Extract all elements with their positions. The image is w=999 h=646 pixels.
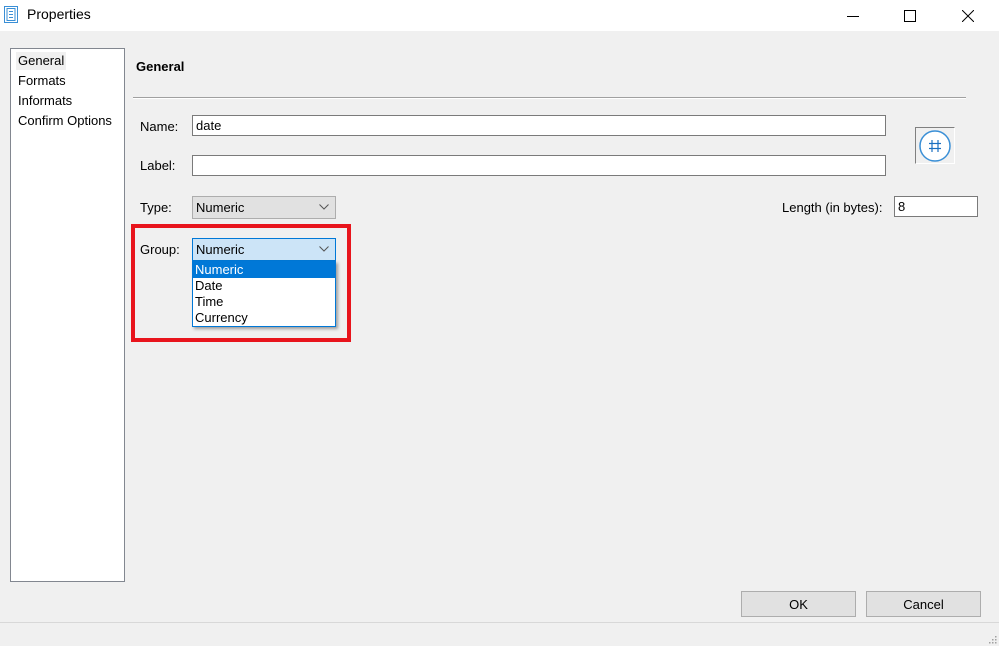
nav-item-confirm-options[interactable]: Confirm Options [16, 112, 114, 130]
close-button[interactable] [945, 0, 991, 31]
nav-item-formats[interactable]: Formats [16, 72, 68, 90]
minimize-button[interactable] [830, 0, 876, 31]
ok-button[interactable]: OK [741, 591, 856, 617]
numeric-hash-icon [919, 130, 951, 162]
nav-item-general[interactable]: General [16, 52, 67, 70]
length-input[interactable]: 8 [894, 196, 978, 217]
minimize-icon [847, 15, 859, 17]
title-bar: Properties [0, 0, 999, 31]
type-select-value: Numeric [196, 200, 245, 215]
label-label: Label: [140, 158, 176, 173]
category-list: General Formats Informats Confirm Option… [10, 48, 125, 582]
maximize-icon [904, 9, 916, 22]
name-input[interactable]: date [192, 115, 886, 136]
footer-separator [0, 622, 999, 623]
label-input[interactable] [192, 155, 886, 176]
type-select[interactable]: Numeric [192, 196, 336, 219]
window-title: Properties [27, 6, 91, 22]
type-label: Type: [140, 200, 172, 215]
section-title: General [136, 59, 185, 74]
chevron-down-icon [319, 204, 329, 210]
close-icon [962, 9, 974, 22]
resize-grip-icon[interactable] [987, 634, 997, 644]
cancel-button[interactable]: Cancel [866, 591, 981, 617]
type-icon-frame [915, 127, 955, 164]
section-separator [133, 97, 966, 99]
annotation-highlight-box [131, 224, 351, 342]
name-label: Name: [140, 119, 179, 134]
length-label: Length (in bytes): [782, 200, 883, 215]
nav-item-informats[interactable]: Informats [16, 92, 74, 110]
properties-icon [4, 6, 18, 23]
maximize-button[interactable] [887, 0, 933, 31]
